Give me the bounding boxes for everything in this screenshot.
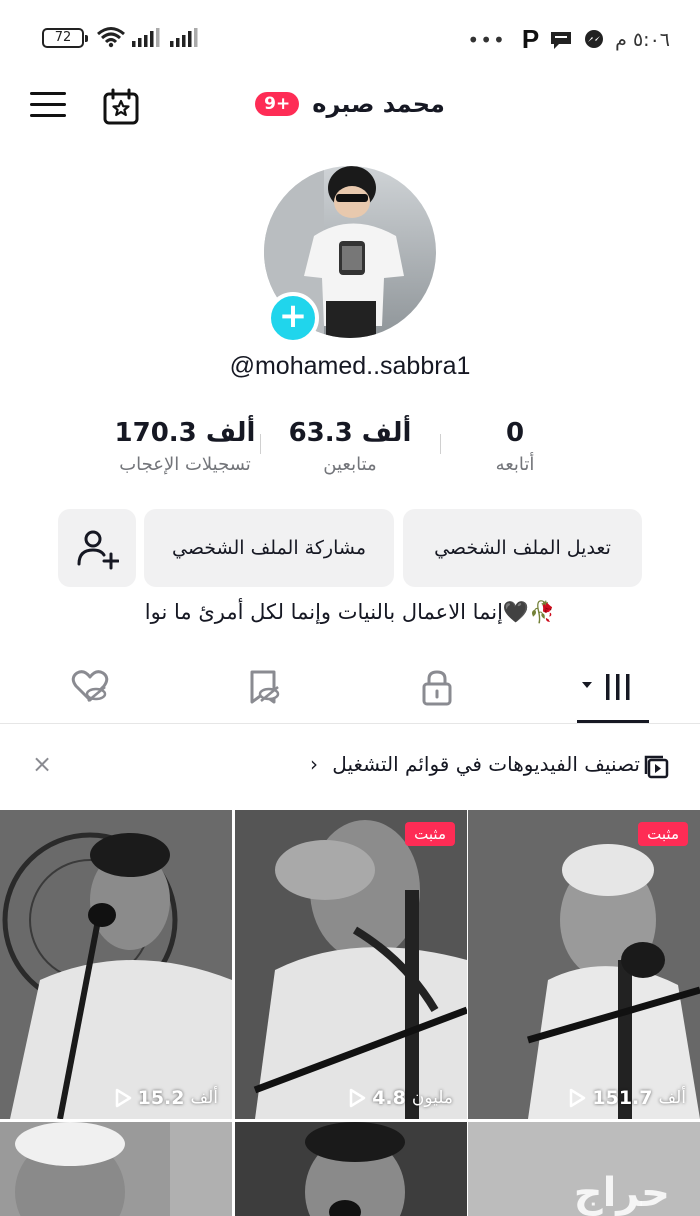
- video-grid: مثبت 151.7 ألف مثبت 4.8 مليون 15.2 ألف ح…: [0, 810, 700, 1216]
- add-avatar-button[interactable]: +: [267, 292, 319, 344]
- hidden-heart-icon: [71, 670, 109, 702]
- followers-stat[interactable]: 63.3 ألف متابعين: [260, 418, 440, 475]
- battery-icon: 72: [42, 28, 88, 48]
- video-thumbnail-image: [468, 810, 700, 1119]
- video-thumbnail[interactable]: [235, 1122, 467, 1216]
- wifi-icon: [97, 27, 125, 48]
- hidden-bookmark-icon: [250, 670, 280, 704]
- playlist-icon: [644, 755, 669, 779]
- more-notifications-icon: •••: [467, 27, 506, 52]
- view-count-unit: ألف: [658, 1088, 686, 1108]
- video-thumbnail[interactable]: حراج: [468, 1122, 700, 1216]
- video-thumbnail[interactable]: 15.2 ألف: [0, 810, 232, 1119]
- following-label: أتابعه: [495, 454, 535, 475]
- play-icon: [570, 1088, 586, 1108]
- likes-label: تسجيلات الإعجاب: [119, 454, 251, 475]
- pinned-badge: مثبت: [638, 822, 688, 846]
- signal-icon-2: [170, 28, 198, 47]
- view-count-value: 15.2: [137, 1087, 185, 1109]
- followers-label: متابعين: [323, 454, 377, 475]
- video-thumbnail[interactable]: [0, 1122, 232, 1216]
- view-count-value: 151.7: [592, 1087, 653, 1109]
- following-count: 0: [505, 418, 525, 448]
- share-profile-button[interactable]: مشاركة الملف الشخصي: [144, 509, 394, 587]
- profile-bio: إنما الاعمال بالنيات وإنما لكل أمرئ ما ن…: [144, 600, 556, 624]
- status-bar: 72 ••• P ٥:٠٦ م: [0, 0, 700, 76]
- edit-profile-button[interactable]: تعديل الملف الشخصي: [403, 509, 642, 587]
- followers-count: 63.3 ألف: [288, 418, 412, 448]
- tab-videos[interactable]: [578, 668, 638, 708]
- username-handle: @mohamed..sabbra1: [229, 352, 471, 380]
- view-count-value: 4.8: [372, 1087, 406, 1109]
- page-title: محمد صبره: [312, 90, 445, 118]
- title-wrap[interactable]: 9+ محمد صبره: [0, 90, 700, 118]
- chat-bubble-icon: [551, 31, 572, 49]
- video-thumbnail[interactable]: مثبت 4.8 مليون: [235, 810, 467, 1119]
- view-count: 151.7 ألف: [568, 1087, 686, 1109]
- tab-private[interactable]: [407, 668, 467, 708]
- tabs-divider: [0, 723, 700, 724]
- video-thumbnail[interactable]: مثبت 151.7 ألف: [468, 810, 700, 1119]
- close-icon[interactable]: ×: [32, 750, 52, 778]
- content-tabs: [0, 660, 700, 724]
- signal-icon: [132, 28, 160, 47]
- view-count: 4.8 مليون: [348, 1087, 453, 1109]
- battery-level: 72: [54, 30, 72, 45]
- chevron-icon: ›: [310, 752, 318, 776]
- video-thumbnail-image: [0, 1122, 232, 1216]
- p-app-icon: P: [521, 24, 540, 54]
- add-user-icon: [77, 530, 120, 570]
- video-thumbnail-image: [0, 810, 232, 1119]
- status-right: ••• P ٥:٠٦ م: [467, 24, 670, 55]
- playlist-banner-text: تصنيف الفيديوهات في قوائم التشغيل: [332, 752, 640, 776]
- video-thumbnail-image: [235, 1122, 467, 1216]
- video-thumbnail-image: [235, 810, 467, 1119]
- play-icon: [349, 1088, 366, 1108]
- clock: ٥:٠٦ م: [615, 28, 670, 51]
- profile-header: 9+ محمد صبره: [0, 80, 700, 136]
- pinned-badge: مثبت: [405, 822, 455, 846]
- tab-liked[interactable]: [60, 668, 120, 708]
- notification-badge: 9+: [255, 92, 300, 116]
- view-count-unit: ألف: [190, 1088, 218, 1108]
- messenger-icon: [585, 29, 604, 48]
- grid-icon: [582, 674, 630, 700]
- view-count: 15.2 ألف: [114, 1087, 218, 1109]
- add-friend-button[interactable]: [58, 509, 136, 587]
- watermark: حراج: [573, 1170, 670, 1216]
- view-count-unit: مليون: [411, 1088, 453, 1108]
- tab-reposts[interactable]: [234, 668, 294, 708]
- following-stat[interactable]: 0 أتابعه: [425, 418, 605, 475]
- lock-icon: [422, 670, 452, 706]
- likes-count: 170.3 ألف: [114, 418, 256, 448]
- likes-stat: 170.3 ألف تسجيلات الإعجاب: [95, 418, 275, 475]
- playlist-banner[interactable]: × › تصنيف الفيديوهات في قوائم التشغيل: [0, 740, 700, 794]
- play-icon: [115, 1088, 131, 1108]
